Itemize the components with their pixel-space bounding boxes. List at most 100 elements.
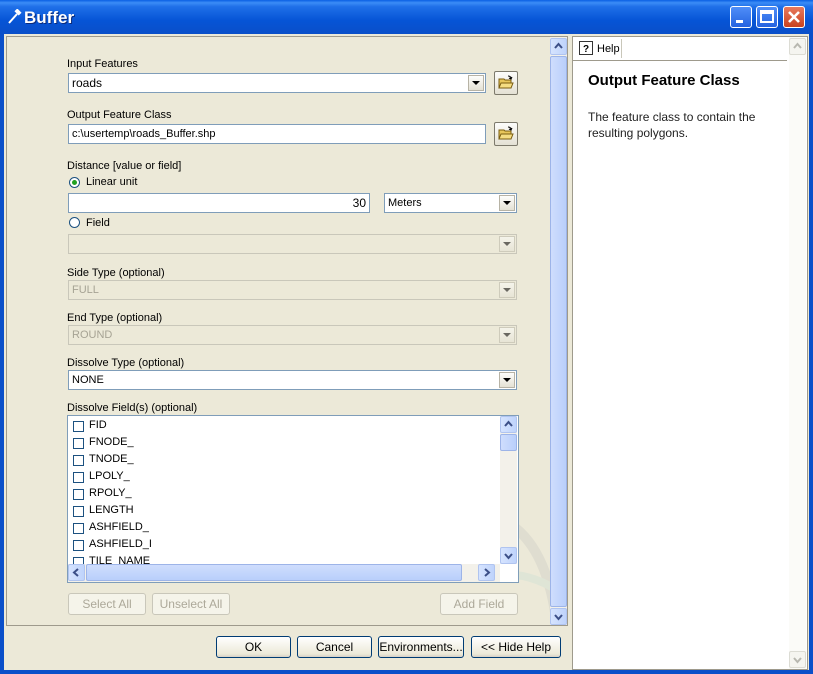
list-item-label: LENGTH: [89, 504, 134, 516]
output-feature-class-input[interactable]: c:\usertemp\roads_Buffer.shp: [68, 124, 486, 144]
chevron-up-icon: [793, 42, 802, 49]
list-item-label: FID: [89, 419, 107, 431]
window-frame-bottom: [0, 670, 813, 674]
scroll-up-button[interactable]: [500, 416, 517, 433]
chevron-right-icon: [484, 568, 491, 577]
scroll-up-button[interactable]: [789, 38, 806, 55]
list-horizontal-scrollbar[interactable]: [68, 564, 500, 582]
checkbox[interactable]: [73, 523, 84, 534]
dropdown-arrow-button[interactable]: [499, 372, 515, 388]
dropdown-arrow-button[interactable]: [499, 327, 515, 343]
dissolve-type-label: Dissolve Type (optional): [67, 357, 185, 369]
input-features-combobox[interactable]: roads: [68, 73, 486, 93]
radio-selected-dot: [72, 180, 77, 185]
ok-button[interactable]: OK: [216, 636, 291, 658]
close-icon: [788, 11, 800, 23]
help-tab[interactable]: ? Help: [573, 37, 787, 61]
minimize-button[interactable]: [730, 6, 752, 28]
checkbox[interactable]: [73, 540, 84, 551]
checkbox[interactable]: [73, 421, 84, 432]
chevron-up-icon: [504, 420, 513, 427]
checkbox[interactable]: [73, 472, 84, 483]
side-type-value: FULL: [72, 284, 99, 296]
field-radio[interactable]: [69, 217, 80, 228]
end-type-value: ROUND: [72, 329, 113, 341]
browse-input-button[interactable]: [494, 71, 518, 95]
chevron-down-icon: [504, 553, 513, 560]
dissolve-fields-list[interactable]: FID FNODE_ TNODE_ LPOLY_ RPOLY_ LENGTH A…: [67, 415, 519, 583]
list-item-label: ASHFIELD_: [89, 521, 149, 533]
input-features-label: Input Features: [67, 58, 138, 70]
scroll-down-button[interactable]: [789, 651, 806, 668]
tab-divider: [621, 39, 622, 58]
checkbox[interactable]: [73, 506, 84, 517]
chevron-down-icon: [472, 81, 480, 85]
list-item-label: ASHFIELD_I: [89, 538, 152, 550]
distance-field-select[interactable]: [68, 234, 517, 254]
list-item-label: FNODE_: [89, 436, 134, 448]
checkbox[interactable]: [73, 489, 84, 500]
environments-button[interactable]: Environments...: [378, 636, 464, 658]
help-vertical-scrollbar[interactable]: [789, 37, 806, 669]
minimize-icon: [736, 20, 743, 23]
help-pane: ? Help Output Feature Class The feature …: [572, 36, 808, 670]
browse-output-button[interactable]: [494, 122, 518, 146]
parameters-vertical-scrollbar[interactable]: [550, 37, 567, 625]
list-item-label: RPOLY_: [89, 487, 132, 499]
side-type-label: Side Type (optional): [67, 267, 165, 279]
help-icon: ?: [579, 41, 593, 58]
output-feature-class-label: Output Feature Class: [67, 109, 172, 121]
unselect-all-button[interactable]: Unselect All: [152, 593, 230, 615]
maximize-button[interactable]: [756, 6, 778, 28]
chevron-down-icon: [503, 333, 511, 337]
title-bar[interactable]: Buffer: [0, 0, 813, 34]
chevron-down-icon: [503, 201, 511, 205]
list-item-label: LPOLY_: [89, 470, 130, 482]
chevron-down-icon: [554, 614, 563, 621]
scroll-up-button[interactable]: [550, 38, 567, 55]
scroll-down-button[interactable]: [550, 608, 567, 625]
chevron-left-icon: [72, 568, 79, 577]
chevron-down-icon: [503, 378, 511, 382]
dropdown-arrow-button[interactable]: [499, 236, 515, 252]
open-folder-icon: [498, 75, 514, 89]
input-features-value: roads: [72, 76, 103, 90]
distance-value-input[interactable]: 30: [68, 193, 370, 213]
hammer-icon: [6, 8, 22, 25]
select-all-button[interactable]: Select All: [68, 593, 146, 615]
side-type-select[interactable]: FULL: [68, 280, 517, 300]
distance-unit-value: Meters: [388, 197, 422, 209]
cancel-button[interactable]: Cancel: [297, 636, 372, 658]
linear-unit-radio[interactable]: [69, 177, 80, 188]
scroll-thumb[interactable]: [550, 56, 567, 607]
parameters-pane: Input Features roads Output Feature Clas…: [6, 36, 568, 626]
add-field-button[interactable]: Add Field: [440, 593, 518, 615]
output-feature-class-value: c:\usertemp\roads_Buffer.shp: [72, 128, 216, 140]
list-vertical-scrollbar[interactable]: [500, 416, 517, 564]
dissolve-type-select[interactable]: NONE: [68, 370, 517, 390]
linear-unit-label: Linear unit: [86, 176, 138, 188]
window-frame-right: [809, 34, 813, 674]
distance-label: Distance [value or field]: [67, 160, 182, 172]
chevron-down-icon: [503, 242, 511, 246]
end-type-select[interactable]: ROUND: [68, 325, 517, 345]
dropdown-arrow-button[interactable]: [499, 282, 515, 298]
maximize-icon: [760, 10, 774, 23]
close-button[interactable]: [783, 6, 805, 28]
checkbox[interactable]: [73, 438, 84, 449]
scroll-thumb[interactable]: [86, 564, 462, 581]
help-title: Output Feature Class: [588, 72, 740, 89]
distance-unit-select[interactable]: Meters: [384, 193, 517, 213]
dropdown-arrow-button[interactable]: [468, 75, 484, 91]
hide-help-button[interactable]: << Hide Help: [471, 636, 561, 658]
scroll-down-button[interactable]: [500, 547, 517, 564]
scroll-left-button[interactable]: [68, 564, 85, 581]
distance-value: 30: [352, 196, 366, 210]
dropdown-arrow-button[interactable]: [499, 195, 515, 211]
scroll-thumb[interactable]: [500, 434, 517, 451]
window-frame-left: [0, 34, 4, 674]
checkbox[interactable]: [73, 455, 84, 466]
open-folder-icon: [498, 126, 514, 140]
help-body: The feature class to contain the resulti…: [588, 110, 756, 140]
scroll-right-button[interactable]: [478, 564, 495, 581]
